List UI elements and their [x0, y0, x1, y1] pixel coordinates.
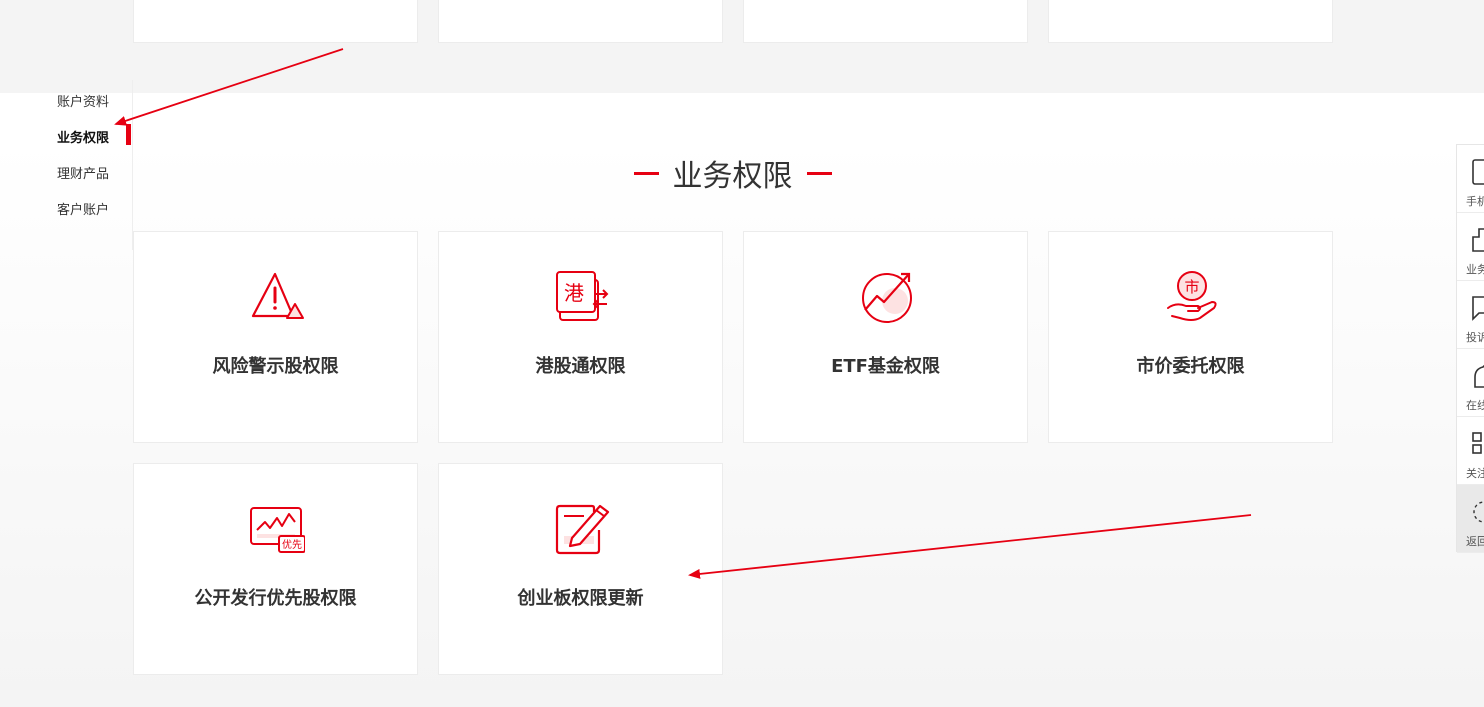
permission-label: 市价委托权限	[1136, 356, 1245, 377]
permission-label: 创业板权限更新	[517, 588, 644, 609]
permission-card-risk-warning[interactable]: 风险警示股权限	[133, 231, 418, 443]
online-service-icon	[1474, 364, 1484, 388]
svg-text:优先: 优先	[282, 538, 302, 551]
sidebar-item-business-permissions[interactable]: 业务权限	[57, 127, 109, 146]
permission-label: 风险警示股权限	[212, 356, 339, 377]
top-card-1	[133, 0, 418, 43]
edit-document-icon	[555, 504, 610, 555]
permission-card-preferred-stock[interactable]: 优先 公开发行优先股权限	[133, 463, 418, 675]
sidebar-item-client-account[interactable]: 客户账户	[57, 199, 109, 218]
permission-card-etf[interactable]: ETF基金权限	[743, 231, 1028, 443]
right-service-panel: 手机 业务 投诉 在线 关注 返回	[1456, 144, 1484, 553]
permission-label: ETF基金权限	[831, 356, 940, 377]
top-card-4	[1048, 0, 1333, 43]
right-panel-item-follow[interactable]: 关注	[1457, 417, 1484, 485]
right-panel-item-phone[interactable]: 手机	[1457, 145, 1484, 213]
right-panel-item-complaint[interactable]: 投诉	[1457, 281, 1484, 349]
market-order-hand-icon: 市	[1167, 271, 1217, 321]
complaint-icon	[1472, 296, 1484, 321]
annotation-arrow-chinext-card	[688, 514, 1252, 579]
warning-triangle-icon	[251, 272, 304, 319]
permission-card-hk-connect[interactable]: 港 港股通权限	[438, 231, 723, 443]
phone-icon	[1472, 159, 1484, 185]
sidebar-item-wealth-products[interactable]: 理财产品	[57, 163, 109, 182]
back-to-top-icon	[1473, 501, 1484, 523]
permission-card-market-order[interactable]: 市 市价委托权限	[1048, 231, 1333, 443]
title-left-dash	[633, 171, 659, 175]
right-panel-item-back-to-top[interactable]: 返回	[1457, 485, 1484, 553]
permission-label: 港股通权限	[535, 356, 626, 377]
hk-connect-icon: 港	[556, 271, 609, 321]
permission-card-chinext-update[interactable]: 创业板权限更新	[438, 463, 723, 675]
section-title: 业务权限	[672, 159, 793, 194]
qr-code-icon	[1472, 432, 1482, 454]
section-header: 业务权限	[600, 150, 865, 196]
svg-text:港: 港	[564, 281, 584, 305]
right-panel-item-business[interactable]: 业务	[1457, 213, 1484, 281]
top-card-2	[438, 0, 723, 43]
business-icon	[1472, 228, 1484, 252]
top-card-3	[743, 0, 1028, 43]
svg-text:市: 市	[1184, 278, 1199, 296]
etf-trend-icon	[862, 272, 912, 323]
preferred-stock-chart-icon: 优先	[250, 507, 305, 553]
permission-label: 公开发行优先股权限	[194, 588, 357, 609]
sidebar-active-marker	[126, 124, 131, 145]
right-panel-item-online[interactable]: 在线	[1457, 349, 1484, 417]
sidebar-item-account-info[interactable]: 账户资料	[57, 91, 109, 110]
title-right-dash	[806, 171, 832, 175]
